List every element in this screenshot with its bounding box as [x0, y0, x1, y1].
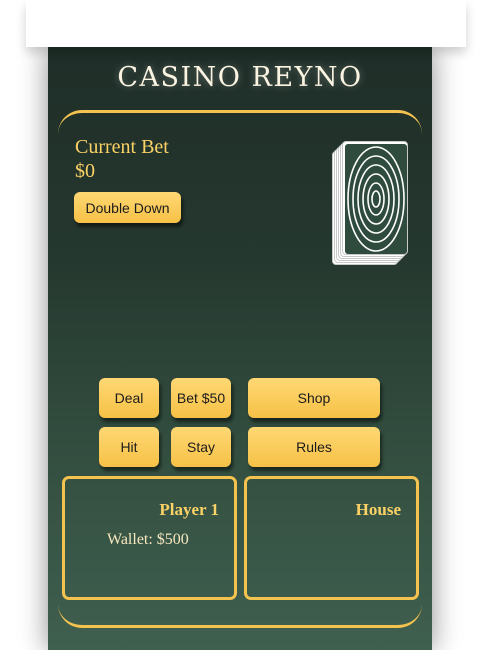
house-name: House [355, 500, 401, 519]
browser-top-bar [26, 0, 466, 47]
current-bet-value: $0 [75, 160, 95, 182]
card-deck-icon[interactable] [332, 141, 408, 265]
house-panel: House [244, 476, 419, 600]
bet-50-button[interactable]: Bet $50 [171, 378, 231, 418]
deal-button[interactable]: Deal [99, 378, 159, 418]
page-title: CASINO REYNO [117, 62, 363, 93]
card-back-pattern-icon [345, 144, 407, 254]
double-down-button[interactable]: Double Down [74, 192, 181, 223]
deck-top-card [342, 141, 408, 255]
player-wallet: Wallet: $500 [107, 531, 189, 548]
table-bottom-arc [58, 597, 422, 628]
rules-button[interactable]: Rules [248, 427, 380, 467]
shop-button[interactable]: Shop [248, 378, 380, 418]
stay-button[interactable]: Stay [171, 427, 231, 467]
casino-table: CASINO REYNO Current Bet $0 Double Down [48, 47, 432, 650]
hit-button[interactable]: Hit [99, 427, 159, 467]
player-panel: Player 1 Wallet: $500 [62, 476, 237, 600]
current-bet-label: Current Bet [75, 136, 169, 158]
player-name: Player 1 [159, 500, 219, 519]
